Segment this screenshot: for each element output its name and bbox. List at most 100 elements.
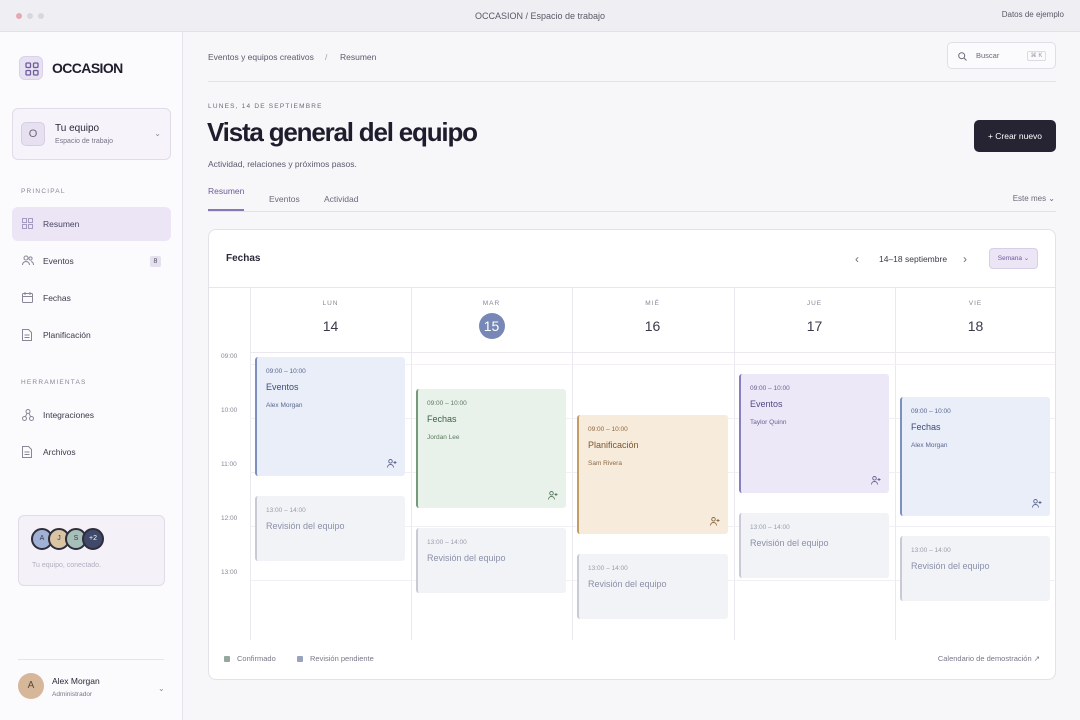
- day-name: JUE: [806, 300, 823, 307]
- time-label: 13:00: [221, 569, 238, 576]
- legend-label: Revisión pendiente: [310, 654, 374, 663]
- sidebar-item-label: Archivos: [43, 447, 76, 457]
- calendar-event[interactable]: 09:00 – 10:00 Eventos Taylor Quinn: [739, 374, 889, 493]
- user-role: Administrador: [52, 691, 93, 698]
- column-divider: [734, 288, 735, 640]
- sidebar-item-eventos[interactable]: Eventos 8: [12, 244, 171, 278]
- event-time: 13:00 – 14:00: [911, 547, 951, 554]
- chevron-down-icon[interactable]: ⌄: [158, 684, 165, 693]
- tabs-divider: [208, 211, 1056, 212]
- calendar-event[interactable]: 13:00 – 14:00 Revisión del equipo: [739, 513, 889, 578]
- sample-data-label: Datos de ejemplo: [1001, 10, 1064, 19]
- sidebar-item-resumen[interactable]: Resumen: [12, 207, 171, 241]
- tab-resumen[interactable]: Resumen: [208, 186, 244, 196]
- calendar-event[interactable]: 13:00 – 14:00 Revisión del equipo: [577, 554, 728, 619]
- create-new-button[interactable]: + Crear nuevo: [974, 120, 1056, 152]
- event-person: Jordan Lee: [427, 434, 460, 441]
- event-name: Fechas: [911, 422, 941, 432]
- app-logo: OCCASION: [52, 60, 123, 76]
- column-divider: [895, 288, 896, 640]
- sidebar-item-integraciones[interactable]: Integraciones: [12, 398, 171, 432]
- breadcrumb-current: Resumen: [340, 52, 377, 62]
- team-avatar: O: [21, 122, 45, 146]
- period-dropdown[interactable]: Este mes ⌄: [1013, 194, 1055, 203]
- team-switcher[interactable]: O Tu equipo Espacio de trabajo ⌄: [12, 108, 171, 160]
- logo-icon: [19, 56, 43, 80]
- event-person: Alex Morgan: [266, 402, 303, 409]
- calendar-event[interactable]: 13:00 – 14:00 Revisión del equipo: [255, 496, 405, 561]
- event-time: 09:00 – 10:00: [427, 400, 467, 407]
- sidebar-item-label: Fechas: [43, 293, 71, 303]
- search-input[interactable]: Buscar ⌘ K: [947, 42, 1056, 69]
- event-time: 09:00 – 10:00: [266, 368, 306, 375]
- tab-actividad[interactable]: Actividad: [324, 194, 359, 204]
- day-name: VIE: [968, 300, 983, 307]
- event-time: 13:00 – 14:00: [588, 565, 628, 572]
- column-divider: [411, 288, 412, 640]
- legend-item: Revisión pendiente: [297, 654, 374, 663]
- page-title: Vista general del equipo: [207, 117, 478, 147]
- grid-icon: [22, 218, 33, 229]
- calendar-event[interactable]: 13:00 – 14:00 Revisión del equipo: [900, 536, 1050, 601]
- avatar-more: +2: [82, 528, 104, 550]
- event-time: 13:00 – 14:00: [750, 524, 790, 531]
- calendar-event[interactable]: 09:00 – 10:00 Fechas Jordan Lee: [416, 389, 566, 508]
- day-number-today[interactable]: 15: [411, 318, 572, 334]
- team-subtitle: Espacio de trabajo: [55, 138, 113, 145]
- day-number[interactable]: 16: [572, 318, 733, 334]
- team-promo-card: A J S +2 Tu equipo, conectado.: [18, 515, 165, 586]
- chevron-right-icon[interactable]: ›: [963, 252, 967, 266]
- calendar-event[interactable]: 09:00 – 10:00 Planificación Sam Rivera: [577, 415, 728, 534]
- event-time: 09:00 – 10:00: [750, 385, 790, 392]
- search-icon: [958, 52, 967, 61]
- calendar-event[interactable]: 09:00 – 10:00 Eventos Alex Morgan: [255, 357, 405, 476]
- sidebar-item-planificacion[interactable]: Planificación: [12, 318, 171, 352]
- sidebar-item-label: Resumen: [43, 219, 80, 229]
- event-time: 13:00 – 14:00: [427, 539, 467, 546]
- add-user-icon: [1032, 499, 1042, 508]
- user-avatar[interactable]: A: [18, 673, 44, 699]
- calendar-icon: [22, 292, 33, 303]
- tab-eventos[interactable]: Eventos: [269, 194, 300, 204]
- event-name: Planificación: [588, 440, 639, 450]
- file-icon: [22, 446, 32, 458]
- legend-swatch: [224, 656, 230, 662]
- day-number[interactable]: 14: [250, 318, 411, 334]
- count-badge: 8: [150, 256, 161, 267]
- sidebar-item-label: Integraciones: [43, 410, 95, 420]
- document-icon: [22, 329, 32, 341]
- sidebar-item-label: Eventos: [43, 256, 74, 266]
- day-number[interactable]: 17: [734, 318, 895, 334]
- header-divider: [208, 81, 1056, 82]
- add-user-icon: [548, 491, 558, 500]
- window-titlebar: OCCASION / Espacio de trabajo Datos de e…: [0, 0, 1080, 32]
- sidebar-item-archivos[interactable]: Archivos: [12, 435, 171, 469]
- users-icon: [22, 255, 34, 266]
- column-divider: [250, 288, 251, 640]
- demo-calendar-link[interactable]: Calendario de demostración ↗: [938, 654, 1040, 663]
- team-name: Tu equipo: [55, 123, 100, 134]
- day-number[interactable]: 18: [895, 318, 1055, 334]
- day-name: MAR: [482, 300, 501, 307]
- sidebar: OCCASION O Tu equipo Espacio de trabajo …: [0, 32, 183, 720]
- breadcrumb-item[interactable]: Eventos y equipos creativos: [208, 52, 314, 62]
- chevron-down-icon: ⌄: [154, 129, 161, 138]
- view-dropdown[interactable]: Semana ⌄: [989, 248, 1038, 269]
- chevron-left-icon[interactable]: ‹: [855, 252, 859, 266]
- keyboard-shortcut: ⌘ K: [1027, 51, 1046, 61]
- network-icon: [22, 409, 34, 421]
- sidebar-item-fechas[interactable]: Fechas: [12, 281, 171, 315]
- page-subtitle: Actividad, relaciones y próximos pasos.: [208, 159, 357, 169]
- section-label-herramientas: HERRAMIENTAS: [21, 379, 87, 386]
- date-range: 14–18 septiembre: [879, 254, 948, 264]
- breadcrumb-separator: /: [325, 52, 328, 62]
- legend-swatch: [297, 656, 303, 662]
- calendar-card: Fechas ‹ 14–18 septiembre › Semana ⌄ LUN…: [208, 229, 1056, 680]
- calendar-event[interactable]: 09:00 – 10:00 Fechas Alex Morgan: [900, 397, 1050, 516]
- sidebar-item-label: Planificación: [43, 330, 91, 340]
- promo-text: Tu equipo, conectado.: [32, 562, 102, 569]
- event-name: Revisión del equipo: [588, 579, 667, 589]
- window-title: OCCASION / Espacio de trabajo: [474, 11, 606, 21]
- calendar-event[interactable]: 13:00 – 14:00 Revisión del equipo: [416, 528, 566, 593]
- column-divider: [572, 288, 573, 640]
